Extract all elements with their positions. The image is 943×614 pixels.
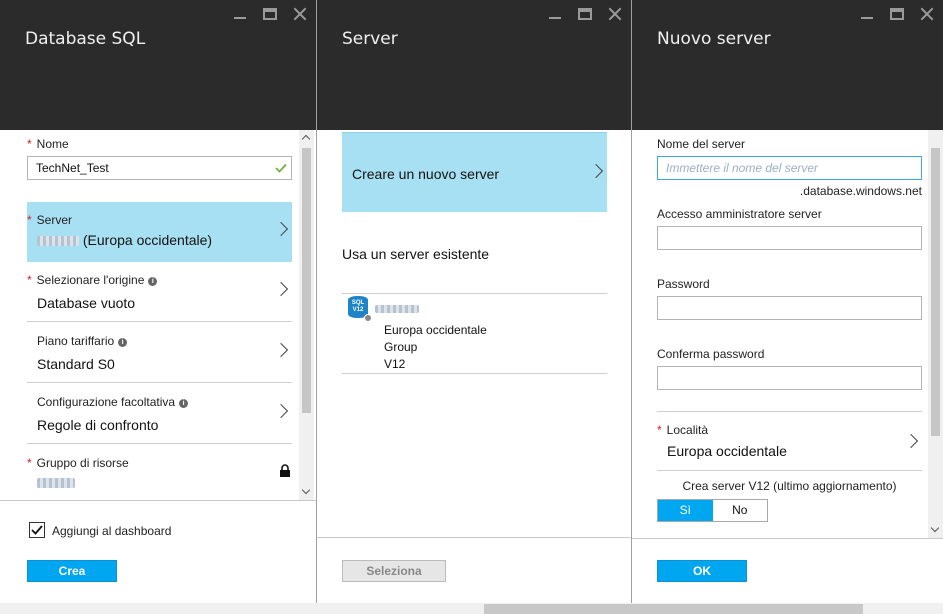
close-icon[interactable] — [919, 6, 935, 22]
chevron-right-icon — [273, 221, 289, 237]
pin-label: Aggiungi al dashboard — [52, 524, 172, 538]
info-icon: i — [148, 277, 158, 286]
blade-title: Nuovo server — [657, 29, 771, 49]
chevron-right-icon — [588, 163, 604, 179]
source-label: * Selezionare l'origine i — [27, 273, 158, 287]
admin-login-input[interactable] — [657, 226, 922, 250]
blade-server: Server Creare un nuovo server Usa un ser… — [317, 0, 632, 603]
location-value: Europa occidentale — [667, 443, 787, 459]
server-location: Europa occidentale — [384, 323, 487, 337]
scrollbar-thumb[interactable] — [302, 148, 311, 413]
server-group: Group — [384, 340, 418, 354]
checkmark-icon — [31, 525, 43, 535]
server-label: * Server — [27, 213, 73, 227]
horizontal-scrollbar[interactable] — [0, 603, 943, 614]
blade-footer: Aggiungi al dashboard Crea — [0, 500, 316, 603]
optional-config-row[interactable]: Configurazione facoltativa i Regole di co… — [27, 383, 292, 444]
chevron-right-icon — [273, 403, 289, 419]
v12-no-option[interactable]: No — [712, 500, 767, 521]
server-value: (Europa occidentale) — [37, 232, 212, 248]
v12-yes-option[interactable]: Sì — [658, 500, 713, 521]
maximize-icon[interactable] — [889, 6, 905, 22]
name-input[interactable]: TechNet_Test — [27, 156, 292, 180]
minimize-icon[interactable] — [859, 6, 875, 22]
required-star: * — [27, 137, 32, 151]
scroll-down-arrow-icon[interactable] — [299, 485, 314, 500]
sql-database-icon: SQL V12 — [348, 296, 372, 322]
create-button[interactable]: Crea — [27, 560, 117, 582]
new-server-option[interactable]: Creare un nuovo server — [342, 132, 607, 212]
v12-label: Crea server V12 (ultimo aggiornamento) — [682, 479, 897, 493]
blade-footer: Seleziona — [317, 537, 631, 603]
vertical-scrollbar[interactable] — [299, 130, 314, 500]
blade-header: Nuovo server — [632, 0, 943, 130]
redacted-resource-group — [37, 478, 75, 488]
source-value: Database vuoto — [37, 295, 136, 311]
blade-footer: OK — [632, 538, 943, 603]
blade-header: Database SQL — [0, 0, 316, 130]
server-version: V12 — [384, 357, 406, 371]
server-name-label: Nome del server — [657, 137, 746, 151]
vertical-scrollbar[interactable] — [928, 130, 943, 538]
server-row[interactable]: * Server (Europa occidentale) — [27, 202, 292, 262]
server-details: Europa occidentale Group V12 — [384, 322, 487, 373]
close-icon[interactable] — [292, 6, 308, 22]
confirm-password-input[interactable] — [657, 366, 922, 390]
pricing-label: Piano tariffario i — [37, 334, 128, 348]
source-row[interactable]: * Selezionare l'origine i Database vuoto — [27, 262, 292, 322]
window-controls — [547, 6, 623, 22]
lock-icon — [280, 464, 290, 477]
pricing-value: Standard S0 — [37, 356, 115, 372]
chevron-right-icon — [903, 433, 919, 449]
confirm-password-label: Conferma password — [657, 347, 765, 361]
blade-body: * Nome TechNet_Test * Server (Europa occid… — [0, 130, 316, 500]
minimize-icon[interactable] — [547, 6, 563, 22]
scrollbar-thumb[interactable] — [931, 148, 940, 436]
scroll-up-arrow-icon[interactable] — [299, 130, 314, 145]
scrollbar-thumb[interactable] — [484, 604, 863, 614]
maximize-icon[interactable] — [577, 6, 593, 22]
check-icon — [275, 163, 287, 173]
blade-title: Server — [342, 29, 398, 49]
minimize-icon[interactable] — [232, 6, 248, 22]
name-input-value: TechNet_Test — [36, 161, 109, 175]
maximize-icon[interactable] — [262, 6, 278, 22]
pin-checkbox[interactable] — [29, 522, 45, 538]
optional-config-value: Regole di confronto — [37, 417, 159, 433]
optional-config-label: Configurazione facoltativa i — [37, 395, 189, 409]
scroll-down-arrow-icon[interactable] — [928, 523, 943, 538]
new-server-label: Creare un nuovo server — [352, 166, 500, 182]
existing-server-item[interactable]: SQL V12 Europa occidentale Group V12 — [342, 293, 607, 374]
blade-new-server: Nuovo server Nome del server .database.w… — [632, 0, 943, 603]
pricing-row[interactable]: Piano tariffario i Standard S0 — [27, 322, 292, 383]
blade-body: Nome del server .database.windows.net Ac… — [632, 130, 943, 538]
info-icon: i — [179, 399, 189, 408]
info-icon: i — [118, 338, 128, 347]
window-controls — [859, 6, 935, 22]
location-label: * Località — [657, 423, 709, 437]
resource-group-label: * Gruppo di risorse — [27, 456, 129, 470]
chevron-right-icon — [273, 342, 289, 358]
blade-database-sql: Database SQL * Nome TechNet_Test * Server … — [0, 0, 317, 603]
domain-suffix: .database.windows.net — [799, 184, 922, 198]
redacted-server-name — [375, 305, 419, 313]
resource-group-row[interactable]: * Gruppo di risorse — [27, 444, 292, 500]
ok-button[interactable]: OK — [657, 560, 747, 582]
chevron-right-icon — [273, 281, 289, 297]
blade-title: Database SQL — [25, 29, 146, 49]
location-row[interactable]: * Località Europa occidentale — [657, 411, 922, 471]
v12-toggle[interactable]: Sì No — [657, 499, 768, 522]
server-name-input[interactable] — [657, 156, 922, 180]
name-label: * Nome — [27, 137, 69, 151]
select-button[interactable]: Seleziona — [342, 560, 446, 582]
redacted-server-name — [37, 236, 79, 247]
admin-login-label: Accesso amministratore server — [657, 207, 822, 221]
existing-server-heading: Usa un server esistente — [342, 246, 490, 262]
blade-header: Server — [317, 0, 631, 130]
password-input[interactable] — [657, 296, 922, 320]
password-label: Password — [657, 277, 710, 291]
close-icon[interactable] — [607, 6, 623, 22]
window-controls — [232, 6, 308, 22]
